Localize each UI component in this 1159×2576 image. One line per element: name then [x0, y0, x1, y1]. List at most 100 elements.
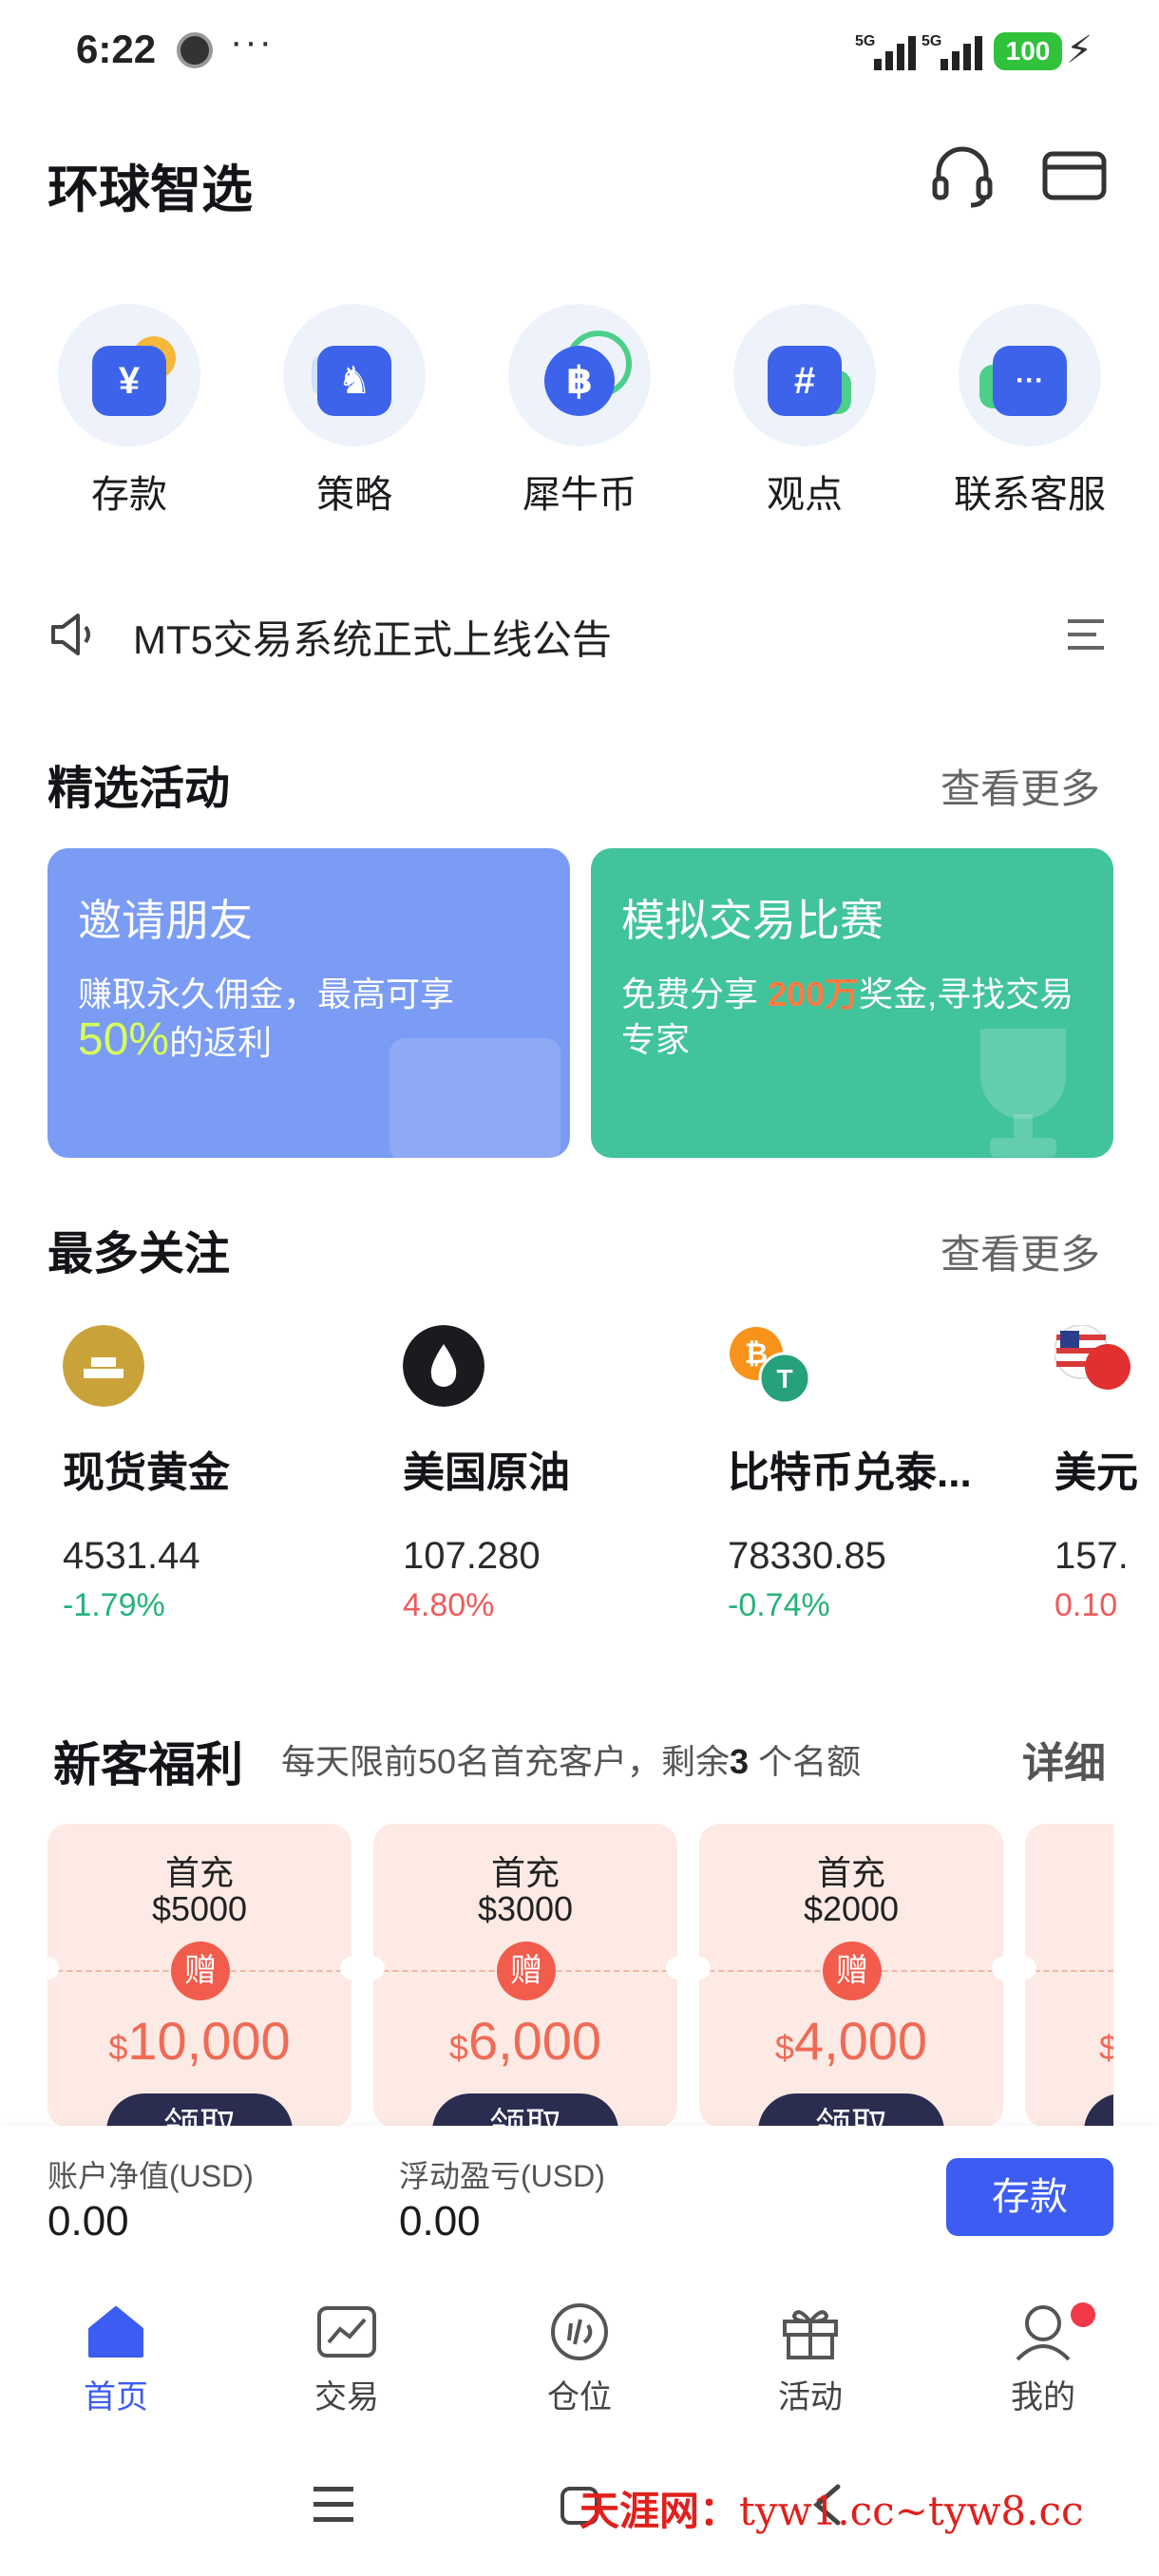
quick-action-label: 策略	[316, 474, 392, 516]
promo-highlight: 50%	[78, 1014, 170, 1065]
quick-action-views[interactable]: # 观点	[693, 304, 917, 516]
claim-button[interactable]: 领取	[432, 2093, 618, 2128]
signal-icon: 5G	[855, 33, 916, 70]
equity-value: 0.00	[48, 2198, 129, 2245]
user-icon	[1016, 2305, 1071, 2361]
quick-action-strategy[interactable]: ♞ 策略	[242, 304, 466, 516]
market-name: 现货黄金	[63, 1449, 230, 1496]
us-flag-icon	[1054, 1325, 1130, 1390]
promo-highlight: 200万	[768, 975, 860, 1013]
gold-icon	[63, 1325, 144, 1407]
chat-icon: ···	[959, 304, 1101, 446]
benefits-subtitle: 每天限前50名首充客户，剩余3 个名额	[281, 1742, 862, 1781]
promo-card-invite[interactable]: 邀请朋友 赚取永久佣金，最高可享 50%的返利	[48, 848, 570, 1158]
market-name: 美国原油	[403, 1449, 570, 1496]
quick-action-label: 观点	[767, 474, 843, 516]
benefit-card[interactable]: 首充 $2000 赠 $4,000 领取	[699, 1824, 1003, 2128]
market-price: 4531.44	[63, 1535, 200, 1577]
quick-action-support[interactable]: ··· 联系客服	[918, 304, 1142, 516]
chart-icon	[317, 2306, 376, 2358]
market-price: 157.	[1054, 1535, 1129, 1577]
headset-icon[interactable]	[927, 141, 998, 211]
section-title-benefits: 新客福利	[53, 1738, 243, 1791]
deposit-icon: ¥	[58, 304, 200, 446]
status-time: 6:22	[76, 27, 157, 71]
activities-more-link[interactable]: 查看更多	[940, 757, 1100, 815]
gift-badge: 赠	[823, 1941, 882, 2000]
section-title-watch: 最多关注	[48, 1229, 231, 1279]
pnl-label: 浮动盈亏(USD)	[399, 2159, 605, 2193]
pnl-value: 0.00	[399, 2198, 481, 2245]
coin-icon: ฿	[508, 304, 651, 446]
promo-card-title: 模拟交易比赛	[621, 896, 884, 945]
claim-button[interactable]: 领取	[106, 2093, 293, 2128]
trophy-icon	[980, 1029, 1066, 1157]
quick-action-deposit[interactable]: ¥ 存款	[17, 304, 241, 516]
status-app-icon	[177, 32, 213, 68]
positions-icon	[551, 2303, 608, 2360]
market-change: 4.80%	[403, 1587, 495, 1623]
quick-action-label: 联系客服	[954, 474, 1106, 516]
market-item[interactable]: 美国原油 107.280 4.80%	[403, 1325, 688, 1624]
notice-text[interactable]: MT5交易系统正式上线公告	[133, 608, 612, 666]
benefit-amount: $10,000	[108, 2011, 291, 2071]
signal-icon-2: 5G	[922, 33, 982, 70]
gift-badge: 赠	[497, 1941, 556, 2000]
equity-label: 账户净值(USD)	[48, 2159, 254, 2193]
market-change: -0.74%	[728, 1587, 830, 1623]
tab-home[interactable]: 首页	[45, 2299, 187, 2417]
charging-icon: ⚡	[1066, 29, 1093, 71]
gift-badge: 赠	[171, 1941, 230, 2000]
market-item[interactable]: ₿ T 比特币兑泰... 78330.85 -0.74%	[728, 1325, 1013, 1624]
section-title-activities: 精选活动	[48, 764, 231, 814]
gift-icon	[783, 2310, 838, 2359]
promo-card-contest[interactable]: 模拟交易比赛 免费分享 200万奖金,寻找交易专家	[591, 848, 1113, 1158]
battery-icon: 100	[994, 32, 1062, 70]
quick-action-label: 犀牛币	[522, 474, 636, 516]
benefit-card[interactable]: 首充 $5000 赠 $10,000 领取	[48, 1824, 352, 2128]
benefit-card[interactable]: 首充 $3000 赠 $6,000 领取	[373, 1824, 677, 2128]
quick-action-label: 存款	[91, 474, 167, 516]
quick-action-coin[interactable]: ฿ 犀牛币	[467, 304, 692, 516]
page-title: 环球智选	[48, 161, 253, 218]
gift-illustration	[390, 1038, 560, 1158]
signal-label: 5G	[855, 33, 875, 49]
tab-positions[interactable]: 仓位	[508, 2299, 651, 2417]
market-price: 78330.85	[728, 1535, 886, 1577]
mail-icon[interactable]	[1039, 141, 1110, 211]
market-change: 0.10	[1054, 1587, 1118, 1623]
market-item[interactable]: 美元 157. 0.10	[1054, 1325, 1159, 1624]
speaker-icon	[51, 614, 90, 655]
svg-text:T: T	[776, 1364, 792, 1393]
benefit-amount: $6,000	[448, 2011, 602, 2071]
benefits-detail-link[interactable]: 详细	[1022, 1729, 1106, 1790]
market-change: -1.79%	[63, 1587, 165, 1623]
benefit-threshold: $5000	[151, 1889, 248, 1928]
home-icon	[88, 2306, 143, 2358]
market-price: 107.280	[403, 1535, 541, 1577]
notification-dot	[1071, 2302, 1095, 2327]
tab-trade[interactable]: 交易	[276, 2299, 418, 2417]
list-icon[interactable]	[1064, 616, 1108, 653]
benefit-amount: $4,000	[774, 2011, 928, 2071]
promo-card-title: 邀请朋友	[78, 896, 253, 945]
oil-drop-icon	[403, 1325, 484, 1407]
signal-label-2: 5G	[922, 33, 941, 49]
watch-more-link[interactable]: 查看更多	[940, 1222, 1100, 1280]
deposit-button[interactable]: 存款	[946, 2158, 1113, 2236]
benefit-card-partial[interactable]: $	[1025, 1824, 1113, 2128]
benefit-threshold: $2000	[803, 1889, 900, 1928]
benefit-amount: $	[1099, 2028, 1113, 2067]
menu-icon[interactable]	[310, 2483, 357, 2527]
market-item[interactable]: 现货黄金 4531.44 -1.79%	[63, 1325, 348, 1624]
status-more-icon: ···	[230, 21, 274, 63]
market-name: 美元	[1054, 1449, 1138, 1496]
hashtag-icon: #	[733, 304, 876, 446]
tab-me[interactable]: 我的	[972, 2299, 1114, 2417]
tab-activities[interactable]: 活动	[739, 2299, 882, 2417]
market-name: 比特币兑泰...	[728, 1449, 972, 1496]
watermark: 天涯网：tyw1.cc~tyw8.cc	[580, 2488, 1084, 2534]
claim-button[interactable]: 领取	[758, 2093, 944, 2128]
strategy-icon: ♞	[283, 304, 426, 446]
status-bar: 6:22 ··· 5G 5G 100 ⚡	[0, 0, 1159, 95]
